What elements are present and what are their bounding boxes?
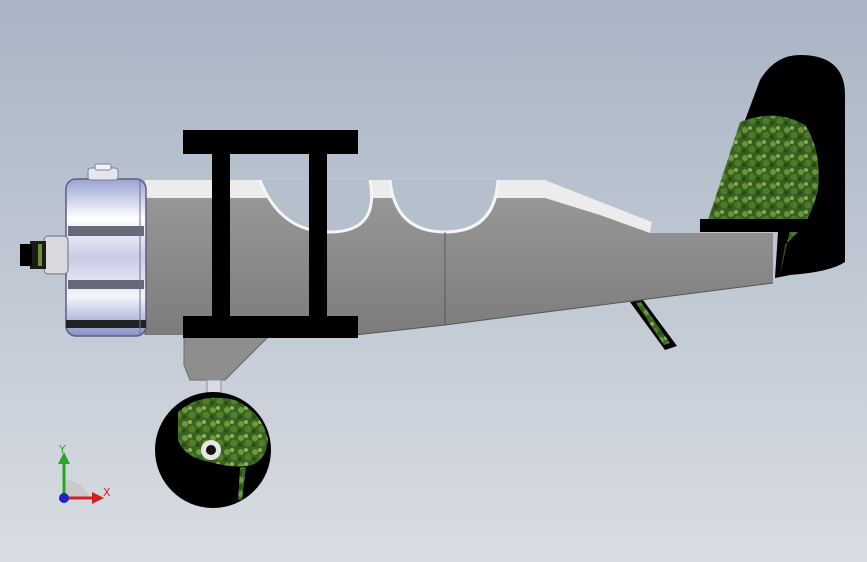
landing-gear-strut[interactable] <box>183 334 272 381</box>
cad-viewport[interactable]: Y X <box>0 0 867 562</box>
fuselage[interactable] <box>144 179 774 336</box>
y-axis-label: Y <box>59 443 66 456</box>
propeller-hub[interactable] <box>20 235 69 275</box>
fuel-cap[interactable] <box>87 163 119 181</box>
airplane-model[interactable] <box>0 0 867 562</box>
wheel[interactable] <box>155 392 271 508</box>
engine-cowling[interactable] <box>65 178 147 337</box>
z-axis-dot <box>59 493 69 503</box>
horizontal-stabilizer[interactable] <box>700 219 815 232</box>
lower-wing[interactable] <box>183 316 358 338</box>
tail-skid[interactable] <box>630 300 677 350</box>
upper-wing[interactable] <box>183 130 358 154</box>
x-axis-label: X <box>103 486 111 499</box>
